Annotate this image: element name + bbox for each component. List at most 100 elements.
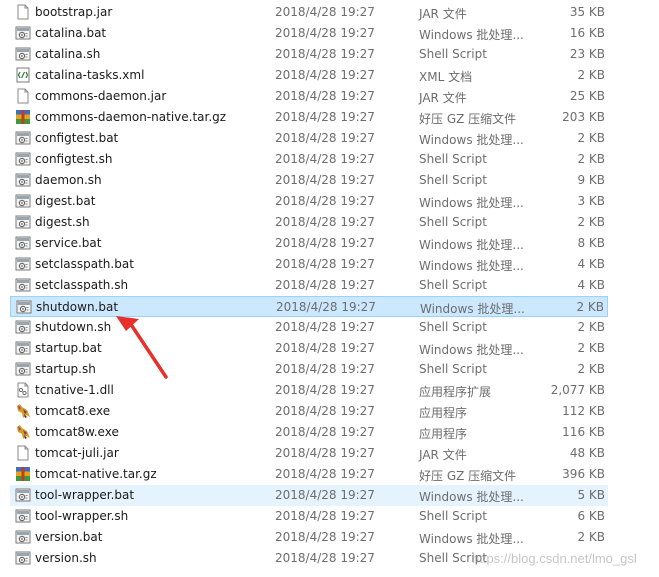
file-type: Windows 批处理... xyxy=(419,490,524,504)
file-row[interactable]: startup.sh 2018/4/28 19:27 Shell Script 2 K… xyxy=(10,359,608,380)
file-name: tomcat-juli.jar xyxy=(35,446,119,460)
file-type: Windows 批处理... xyxy=(419,238,524,252)
file-name: tomcat8w.exe xyxy=(35,425,119,439)
file-name: startup.sh xyxy=(35,362,96,376)
file-name: digest.sh xyxy=(35,215,90,229)
file-name: digest.bat xyxy=(35,194,96,208)
file-size: 2,077 KB xyxy=(550,383,605,397)
file-row[interactable]: digest.bat 2018/4/28 19:27 Windows 批处理... 3… xyxy=(10,191,608,212)
file-modified-date: 2018/4/28 19:27 xyxy=(275,131,375,145)
file-size: 2 KB xyxy=(577,362,605,376)
bat-file-icon xyxy=(15,25,31,41)
file-name: tomcat-native.tar.gz xyxy=(35,467,157,481)
file-name: tcnative-1.dll xyxy=(35,383,114,397)
file-size: 2 KB xyxy=(577,68,605,82)
file-row[interactable]: setclasspath.sh 2018/4/28 19:27 Shell Scri… xyxy=(10,275,608,296)
file-row[interactable]: commons-daemon-native.tar.gz 2018/4/28 19… xyxy=(10,107,608,128)
file-row[interactable]: digest.sh 2018/4/28 19:27 Shell Script 2 KB xyxy=(10,212,608,233)
file-size: 16 KB xyxy=(569,26,605,40)
file-row[interactable]: tomcat-juli.jar 2018/4/28 19:27 JAR 文件 48 K… xyxy=(10,443,608,464)
file-row[interactable]: tomcat8w.exe 2018/4/28 19:27 应用程序 116 KB xyxy=(10,422,608,443)
bat-file-icon xyxy=(15,487,31,503)
file-size: 6 KB xyxy=(577,509,605,523)
file-name: service.bat xyxy=(35,236,102,250)
file-row[interactable]: commons-daemon.jar 2018/4/28 19:27 JAR 文件 2… xyxy=(10,86,608,107)
file-row[interactable]: setclasspath.bat 2018/4/28 19:27 Windows 批… xyxy=(10,254,608,275)
file-type: JAR 文件 xyxy=(419,448,467,462)
file-row[interactable]: tomcat-native.tar.gz 2018/4/28 19:27 好压 GZ… xyxy=(10,464,608,485)
sh-file-icon xyxy=(15,550,31,566)
file-size: 2 KB xyxy=(577,131,605,145)
file-modified-date: 2018/4/28 19:27 xyxy=(275,236,375,250)
file-row[interactable]: shutdown.bat 2018/4/28 19:27 Windows 批处理..… xyxy=(10,296,608,317)
file-row[interactable]: tool-wrapper.bat 2018/4/28 19:27 Windows 批… xyxy=(10,485,608,506)
file-modified-date: 2018/4/28 19:27 xyxy=(275,110,375,124)
file-modified-date: 2018/4/28 19:27 xyxy=(276,300,376,314)
file-type: JAR 文件 xyxy=(419,7,467,21)
file-row[interactable]: service.bat 2018/4/28 19:27 Windows 批处理...… xyxy=(10,233,608,254)
file-row[interactable]: configtest.bat 2018/4/28 19:27 Windows 批处理… xyxy=(10,128,608,149)
file-modified-date: 2018/4/28 19:27 xyxy=(275,215,375,229)
file-row[interactable]: version.bat 2018/4/28 19:27 Windows 批处理...… xyxy=(10,527,608,548)
file-modified-date: 2018/4/28 19:27 xyxy=(275,362,375,376)
bat-file-icon xyxy=(15,130,31,146)
sh-file-icon xyxy=(15,172,31,188)
jar-file-icon xyxy=(15,88,31,104)
file-row[interactable]: tool-wrapper.sh 2018/4/28 19:27 Shell Scri… xyxy=(10,506,608,527)
file-type: Windows 批处理... xyxy=(419,196,524,210)
file-row[interactable]: bootstrap.jar 2018/4/28 19:27 JAR 文件 35 KB xyxy=(10,2,608,23)
file-size: 2 KB xyxy=(577,152,605,166)
file-modified-date: 2018/4/28 19:27 xyxy=(275,68,375,82)
file-name: configtest.sh xyxy=(35,152,113,166)
tomcat-exe-icon xyxy=(15,424,31,440)
file-row[interactable]: shutdown.sh 2018/4/28 19:27 Shell Script 2 … xyxy=(10,317,608,338)
bat-file-icon xyxy=(16,299,32,315)
file-type: Shell Script xyxy=(419,509,487,523)
file-size: 4 KB xyxy=(577,278,605,292)
file-modified-date: 2018/4/28 19:27 xyxy=(275,488,375,502)
file-type: Windows 批处理... xyxy=(420,302,525,316)
file-modified-date: 2018/4/28 19:27 xyxy=(275,509,375,523)
file-row[interactable]: catalina.bat 2018/4/28 19:27 Windows 批处理..… xyxy=(10,23,608,44)
archive-file-icon xyxy=(15,109,31,125)
file-row[interactable]: catalina.sh 2018/4/28 19:27 Shell Script 23… xyxy=(10,44,608,65)
file-modified-date: 2018/4/28 19:27 xyxy=(275,383,375,397)
xml-file-icon xyxy=(15,67,31,83)
file-row[interactable]: configtest.sh 2018/4/28 19:27 Shell Script… xyxy=(10,149,608,170)
file-name: catalina.bat xyxy=(35,26,107,40)
file-row[interactable]: tcnative-1.dll 2018/4/28 19:27 应用程序扩展 2,077… xyxy=(10,380,608,401)
file-name: version.sh xyxy=(35,551,97,565)
file-type: Windows 批处理... xyxy=(419,259,524,273)
file-modified-date: 2018/4/28 19:27 xyxy=(275,425,375,439)
bat-file-icon xyxy=(15,235,31,251)
file-type: 应用程序扩展 xyxy=(419,385,492,399)
file-size: 2 KB xyxy=(577,341,605,355)
sh-file-icon xyxy=(15,46,31,62)
file-row[interactable]: startup.bat 2018/4/28 19:27 Windows 批处理...… xyxy=(10,338,608,359)
file-row[interactable]: tomcat8.exe 2018/4/28 19:27 应用程序 112 KB xyxy=(10,401,608,422)
file-size: 8 KB xyxy=(577,236,605,250)
file-modified-date: 2018/4/28 19:27 xyxy=(275,341,375,355)
file-size: 112 KB xyxy=(562,404,605,418)
jar-file-icon xyxy=(15,4,31,20)
file-row[interactable]: daemon.sh 2018/4/28 19:27 Shell Script 9 KB xyxy=(10,170,608,191)
bat-file-icon xyxy=(15,256,31,272)
bat-file-icon xyxy=(15,193,31,209)
file-type: 好压 GZ 压缩文件 xyxy=(419,469,517,483)
sh-file-icon xyxy=(15,277,31,293)
file-modified-date: 2018/4/28 19:27 xyxy=(275,89,375,103)
file-name: startup.bat xyxy=(35,341,102,355)
file-modified-date: 2018/4/28 19:27 xyxy=(275,278,375,292)
file-modified-date: 2018/4/28 19:27 xyxy=(275,47,375,61)
watermark-text: https://blog.csdn.net/lmo_gsl xyxy=(472,551,637,566)
file-name: configtest.bat xyxy=(35,131,119,145)
file-row[interactable]: catalina-tasks.xml 2018/4/28 19:27 XML 文档 2… xyxy=(10,65,608,86)
file-size: 9 KB xyxy=(577,173,605,187)
file-name: shutdown.bat xyxy=(36,300,119,314)
file-name: shutdown.sh xyxy=(35,320,112,334)
file-name: tool-wrapper.bat xyxy=(35,488,135,502)
file-size: 2 KB xyxy=(576,300,604,314)
file-type: Shell Script xyxy=(419,173,487,187)
file-name: tool-wrapper.sh xyxy=(35,509,129,523)
file-name: tomcat8.exe xyxy=(35,404,111,418)
